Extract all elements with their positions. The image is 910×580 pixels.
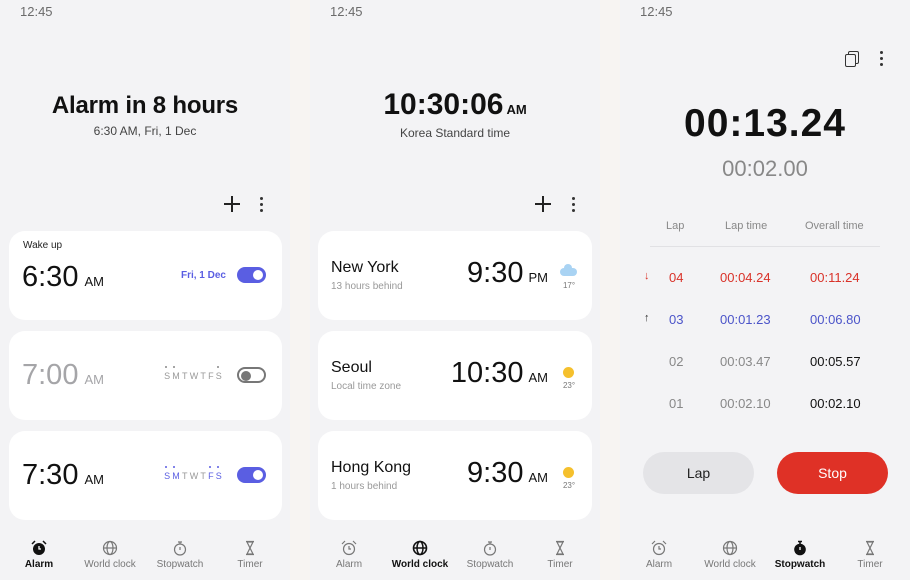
city-card[interactable]: Hong Kong 1 hours behind 9:30 AM 23° (318, 431, 592, 520)
alarm-screen: 12:45 Alarm in 8 hours 6:30 AM, Fri, 1 D… (0, 0, 290, 580)
divider (650, 246, 880, 247)
nav-stopwatch[interactable]: Stopwatch (455, 540, 525, 570)
nav-stopwatch[interactable]: Stopwatch (765, 540, 835, 570)
bottom-nav: Alarm World clock Stopwatch Timer (620, 532, 910, 580)
status-time: 12:45 (640, 4, 673, 19)
stopwatch-icon (173, 541, 187, 556)
city-card[interactable]: Seoul Local time zone 10:30 AM 23° (318, 331, 592, 420)
alarm-time: 6:30 AM (22, 261, 104, 293)
world-clock-screen: 12:45 10:30:06 AM Korea Standard time New… (310, 0, 600, 580)
alarm-repeat-days: SMTWTFS (164, 371, 224, 381)
lap-button[interactable]: Lap (643, 452, 754, 494)
weather: 17° (560, 264, 578, 295)
stopwatch-current-lap: 00:02.00 (722, 156, 808, 181)
stopwatch-icon (483, 541, 497, 556)
stop-button[interactable]: Stop (777, 452, 888, 494)
hourglass-icon (556, 540, 564, 556)
nav-timer[interactable]: Timer (835, 540, 905, 570)
local-clock: 10:30:06 AM (383, 88, 527, 121)
city-time: 10:30 AM (450, 357, 548, 389)
fastest-lap-icon: ↑ (644, 312, 650, 324)
alarm-clock-icon (651, 540, 667, 556)
alarm-clock-icon (31, 540, 47, 555)
status-time: 12:45 (330, 4, 363, 19)
alarm-time: 7:30 AM (22, 459, 104, 491)
globe-icon (722, 540, 738, 556)
alarm-toggle[interactable] (237, 367, 266, 383)
city-time: 9:30 PM (467, 257, 548, 289)
weather: 23° (560, 365, 578, 395)
more-options-icon[interactable] (876, 48, 886, 68)
nav-alarm[interactable]: Alarm (4, 540, 74, 570)
weather: 23° (560, 465, 578, 495)
city-card[interactable]: New York 13 hours behind 9:30 PM 17° (318, 231, 592, 320)
alarm-subline: 6:30 AM, Fri, 1 Dec (93, 124, 197, 138)
lap-column-header: Lap (666, 220, 685, 232)
city-name: New York (331, 259, 399, 276)
nav-alarm[interactable]: Alarm (314, 540, 384, 570)
stopwatch-elapsed: 00:13.24 (684, 102, 846, 145)
alarm-toggle[interactable] (237, 467, 266, 483)
add-alarm-button[interactable] (221, 193, 243, 215)
sun-icon (563, 367, 574, 378)
city-name: Seoul (331, 359, 372, 376)
nav-timer[interactable]: Timer (525, 540, 595, 570)
city-time: 9:30 AM (467, 457, 548, 489)
alarm-label: Wake up (23, 240, 63, 251)
nav-alarm[interactable]: Alarm (624, 540, 694, 570)
alarm-toggle[interactable] (237, 267, 266, 283)
alarm-date: Fri, 1 Dec (180, 270, 226, 281)
slowest-lap-icon: ↓ (644, 270, 650, 282)
local-time-zone: Korea Standard time (399, 126, 511, 140)
nav-stopwatch[interactable]: Stopwatch (145, 540, 215, 570)
city-name: Hong Kong (331, 459, 412, 476)
copy-icon[interactable] (845, 51, 859, 67)
alarm-headline: Alarm in 8 hours (51, 92, 239, 119)
alarm-time: 7:00 AM (22, 359, 104, 391)
cloud-icon (560, 264, 577, 276)
overall-time-column-header: Overall time (805, 220, 864, 232)
lap-time-column-header: Lap time (725, 220, 768, 232)
city-offset: Local time zone (331, 381, 402, 392)
bottom-nav: Alarm World clock Stopwatch Timer (0, 532, 290, 580)
alarm-card[interactable]: 7:30 AM SMTWTFS (9, 431, 282, 520)
status-time: 12:45 (20, 4, 53, 19)
bottom-nav: Alarm World clock Stopwatch Timer (310, 532, 600, 580)
stopwatch-icon (794, 540, 806, 556)
nav-timer[interactable]: Timer (215, 540, 285, 570)
city-offset: 13 hours behind (331, 281, 403, 292)
alarm-card[interactable]: Wake up 6:30 AM Fri, 1 Dec (9, 231, 282, 320)
alarm-repeat-days: SMTWTFS (164, 471, 224, 481)
hourglass-icon (866, 540, 874, 556)
more-options-icon[interactable] (568, 194, 578, 214)
stopwatch-screen: 12:45 00:13.24 00:02.00 Lap Lap time Ove… (620, 0, 910, 580)
sun-icon (563, 467, 574, 478)
nav-world-clock[interactable]: World clock (75, 540, 145, 570)
globe-icon (412, 540, 428, 556)
more-options-icon[interactable] (256, 194, 266, 214)
hourglass-icon (246, 540, 254, 556)
globe-icon (102, 540, 118, 556)
add-city-button[interactable] (532, 193, 554, 215)
alarm-card[interactable]: 7:00 AM SMTWTFS (9, 331, 282, 420)
alarm-clock-icon (341, 540, 357, 556)
nav-world-clock[interactable]: World clock (385, 540, 455, 570)
nav-world-clock[interactable]: World clock (695, 540, 765, 570)
city-offset: 1 hours behind (331, 481, 398, 492)
